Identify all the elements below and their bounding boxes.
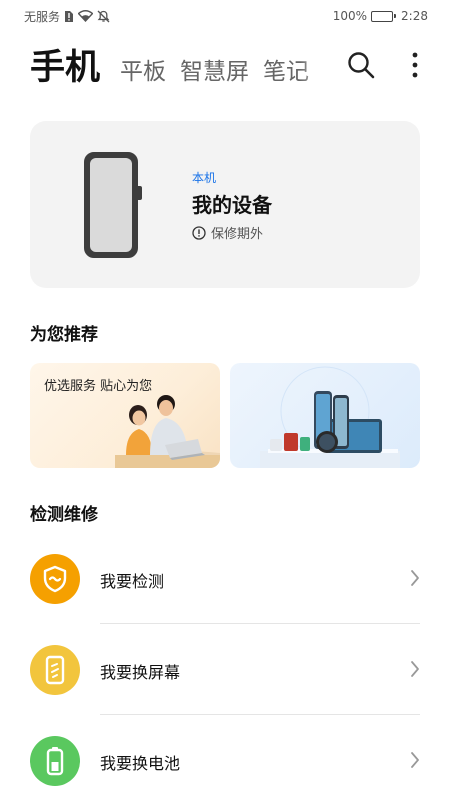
- warranty-status: 保修期外: [192, 223, 263, 242]
- list-item-label: 我要检测: [100, 572, 165, 591]
- more-menu-button[interactable]: [410, 50, 420, 80]
- chevron-right-icon: [411, 661, 419, 677]
- search-icon: [348, 52, 375, 79]
- list-item-label: 我要换电池: [100, 754, 181, 773]
- more-vertical-icon: [412, 52, 418, 78]
- tab-notebook[interactable]: 笔记: [263, 52, 309, 100]
- tab-smart-screen[interactable]: 智慧屏: [180, 52, 249, 100]
- list-item-replace-screen[interactable]: 我要换屏幕: [0, 624, 450, 714]
- shield-icon: [30, 554, 80, 604]
- mute-bell-icon: [97, 10, 110, 23]
- my-device-card[interactable]: 本机 我的设备 保修期外: [30, 121, 420, 288]
- tab-tablet[interactable]: 平板: [120, 52, 166, 100]
- products-illustration: [260, 366, 400, 468]
- search-button[interactable]: [346, 50, 376, 80]
- warranty-text: 保修期外: [211, 227, 264, 242]
- recommend-card-products[interactable]: [230, 363, 420, 468]
- list-item-detect[interactable]: 我要检测: [0, 533, 450, 623]
- battery-icon: [371, 10, 397, 22]
- list-item-replace-battery[interactable]: 我要换电池: [0, 715, 450, 800]
- phone-illustration: [84, 152, 142, 258]
- device-tag: 本机: [192, 171, 217, 185]
- recommend-section-title: 为您推荐: [30, 325, 98, 345]
- carrier-text: 无服务: [24, 9, 61, 24]
- status-bar: 无服务 100% 2:28: [0, 0, 450, 32]
- device-tabs: 手机 平板 智慧屏 笔记: [30, 39, 330, 100]
- screen-icon: [30, 645, 80, 695]
- chevron-right-icon: [411, 570, 419, 586]
- info-alert-icon: [192, 225, 206, 240]
- tab-phone[interactable]: 手机: [30, 39, 100, 100]
- device-name: 我的设备: [192, 193, 272, 217]
- battery-percent: 100%: [332, 9, 368, 23]
- list-item-label: 我要换屏幕: [100, 663, 181, 682]
- clock-time: 2:28: [401, 9, 428, 23]
- sim-alert-icon: [64, 10, 74, 23]
- battery-replace-icon: [30, 736, 80, 786]
- chevron-right-icon: [411, 752, 419, 768]
- repair-section-title: 检测维修: [30, 505, 98, 525]
- device-tabs-header: 手机 平板 智慧屏 笔记: [30, 39, 420, 100]
- service-people-illustration: [115, 395, 220, 468]
- recommend-card-service[interactable]: 优选服务 贴心为您: [30, 363, 220, 468]
- wifi-icon: [78, 10, 94, 22]
